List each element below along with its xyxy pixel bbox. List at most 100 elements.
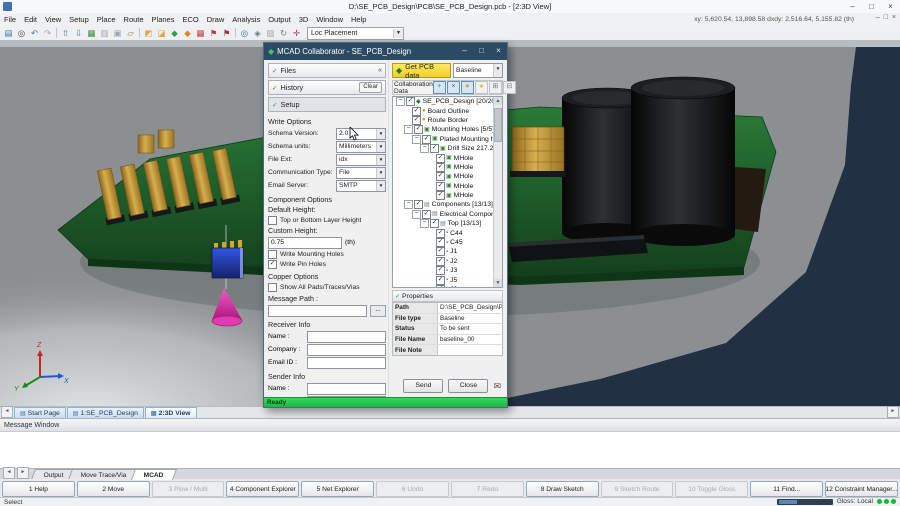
tree-item-drill-size-217-22-5-5[interactable]: −✓▣Drill Size 217.22 [5/5] [393, 144, 502, 153]
message-window-header[interactable]: Message Window [0, 418, 900, 432]
fkey-1-help[interactable]: 1 Help [2, 481, 75, 497]
forward-annotate-icon[interactable]: ◩ [142, 27, 155, 40]
tree-checkbox[interactable]: ✓ [436, 247, 445, 256]
menu-analysis[interactable]: Analysis [228, 14, 264, 26]
menu-window[interactable]: Window [312, 14, 347, 26]
fkey-8-draw-sketch[interactable]: 8 Draw Sketch [526, 481, 599, 497]
highlight-bulb-button[interactable]: ● [475, 81, 488, 94]
save-icon[interactable]: ▤ [2, 27, 15, 40]
tree-item-components-13-13[interactable]: −✓▤Components [13/13] [393, 200, 502, 209]
receiver-email-input[interactable] [307, 357, 386, 369]
tree-checkbox[interactable]: ✓ [414, 125, 423, 134]
placement-mode-combo[interactable]: Loc Placement ▼ [307, 27, 404, 40]
tree-item-mhole[interactable]: ✓▣MHole [393, 153, 502, 162]
tree-checkbox[interactable]: ✓ [436, 257, 445, 266]
checkbox[interactable] [268, 216, 277, 225]
menu-file[interactable]: File [0, 14, 20, 26]
fkey-2-move[interactable]: 2 Move [77, 481, 150, 497]
property-value[interactable]: To be sent [438, 324, 502, 334]
baseline-combo[interactable]: Baseline ▼ [453, 63, 503, 78]
tree-checkbox[interactable]: ✓ [412, 107, 421, 116]
rotate-icon[interactable]: ↻ [277, 27, 290, 40]
menu-setup[interactable]: Setup [65, 14, 93, 26]
menu-planes[interactable]: Planes [148, 14, 179, 26]
write-pin-holes-checkbox[interactable]: ✓Write Pin Holes [268, 259, 386, 269]
tab-scroll-left-icon[interactable]: ◄ [1, 406, 13, 418]
history-accordion[interactable]: ✓ History Clear [268, 80, 386, 95]
tree-item-c45[interactable]: ✓▪C45 [393, 238, 502, 247]
tree-item-mhole[interactable]: ✓▣MHole [393, 182, 502, 191]
redo-icon[interactable]: ↷ [41, 27, 54, 40]
menu-eco[interactable]: ECO [178, 14, 202, 26]
menu-3d[interactable]: 3D [295, 14, 313, 26]
delete-button[interactable]: × [447, 81, 460, 94]
zoom-icon[interactable]: ◎ [238, 27, 251, 40]
close-button[interactable]: Close [448, 379, 488, 393]
close-icon[interactable]: × [881, 0, 900, 13]
get-pcb-data-button[interactable]: ◆ Get PCB data [392, 63, 451, 78]
move-part-icon[interactable]: ◆ [181, 27, 194, 40]
sheet-icon[interactable]: ▨ [264, 27, 277, 40]
tree-checkbox[interactable]: ✓ [430, 144, 439, 153]
browse-button[interactable]: ... [370, 305, 386, 317]
tree-item-board-outline[interactable]: ✓●Board Outline [393, 106, 502, 115]
properties-header[interactable]: ✓ Properties [392, 290, 503, 302]
tree-checkbox[interactable]: ✓ [412, 116, 421, 125]
minimize-icon[interactable]: – [843, 0, 862, 13]
scroll-up-icon[interactable]: ▲ [494, 97, 502, 105]
tree-item-plated-mounting-holes[interactable]: −✓▣Plated Mounting holes [393, 135, 502, 144]
property-value[interactable]: baseline_00 [438, 335, 502, 345]
clear-history-button[interactable]: Clear [359, 82, 382, 93]
show-pads-checkbox[interactable]: Show All Pads/Traces/Vias [268, 282, 386, 292]
receiver-company-input[interactable] [307, 344, 386, 356]
expand-all-button[interactable]: ⊞ [489, 81, 502, 94]
tree-checkbox[interactable]: ✓ [436, 182, 445, 191]
setup-accordion[interactable]: ✓ Setup [268, 97, 386, 112]
tree-item-mhole[interactable]: ✓▣MHole [393, 163, 502, 172]
view-3d-icon[interactable]: ◈ [251, 27, 264, 40]
copy-icon[interactable]: ▣ [111, 27, 124, 40]
chevron-down-icon[interactable]: ▼ [493, 64, 502, 77]
checkbox[interactable]: ✓ [268, 260, 277, 269]
swap-part-icon[interactable]: ⇩ [72, 27, 85, 40]
tree-item-mounting-holes-5-5[interactable]: −✓▣Mounting Holes [5/5] [393, 125, 502, 134]
communication-type-combo[interactable]: File▼ [336, 167, 386, 179]
menu-edit[interactable]: Edit [20, 14, 41, 26]
back-annotate-icon[interactable]: ◪ [155, 27, 168, 40]
paste-icon[interactable]: ▱ [124, 27, 137, 40]
mail-icon[interactable]: ✉ [493, 381, 501, 391]
dock-scroll-right-icon[interactable]: ► [17, 467, 29, 479]
maximize-icon[interactable]: □ [862, 0, 881, 13]
tree-checkbox[interactable]: ✓ [436, 276, 445, 285]
hazard-flag2-icon[interactable]: ⚑ [220, 27, 233, 40]
mdi-restore-icon[interactable]: □ [884, 14, 888, 21]
dialog-close-icon[interactable]: × [490, 43, 507, 60]
chevron-down-icon[interactable]: ▼ [376, 168, 385, 178]
dock-tab-mcad[interactable]: MCAD [130, 469, 176, 480]
tree-checkbox[interactable]: ✓ [422, 135, 431, 144]
add-button[interactable]: + [433, 81, 446, 94]
menu-place[interactable]: Place [93, 14, 120, 26]
origin-icon[interactable]: ✛ [290, 27, 303, 40]
tree-checkbox[interactable]: ✓ [436, 172, 445, 181]
property-value[interactable]: Baseline [438, 314, 502, 324]
fkey-5-net-explorer[interactable]: 5 Net Explorer [301, 481, 374, 497]
tree-checkbox[interactable]: ✓ [422, 210, 431, 219]
checkbox[interactable] [268, 250, 277, 259]
fkey-11-find[interactable]: 11 Find... [750, 481, 823, 497]
capacitor-2[interactable] [631, 77, 735, 246]
menu-output[interactable]: Output [264, 14, 295, 26]
custom-height-input[interactable]: 0.75 [268, 237, 342, 249]
dialog-minimize-icon[interactable]: – [456, 43, 473, 60]
tree-checkbox[interactable]: ✓ [414, 200, 423, 209]
tree-checkbox[interactable]: ✓ [436, 266, 445, 275]
tree-item-j1[interactable]: ✓▪J1 [393, 247, 502, 256]
tree-expander-icon[interactable]: − [396, 97, 405, 106]
receiver-name-input[interactable] [307, 331, 386, 343]
chevron-down-icon[interactable]: ▼ [376, 181, 385, 191]
tree-expander-icon[interactable]: − [420, 219, 429, 228]
tree-scrollbar[interactable]: ▲ ▼ [493, 97, 502, 287]
fkey-12-constraint-manager[interactable]: 12 Constraint Manager... [825, 481, 898, 497]
tree-item-c44[interactable]: ✓▪C44 [393, 228, 502, 237]
files-accordion[interactable]: ✓ Files « [268, 63, 386, 78]
